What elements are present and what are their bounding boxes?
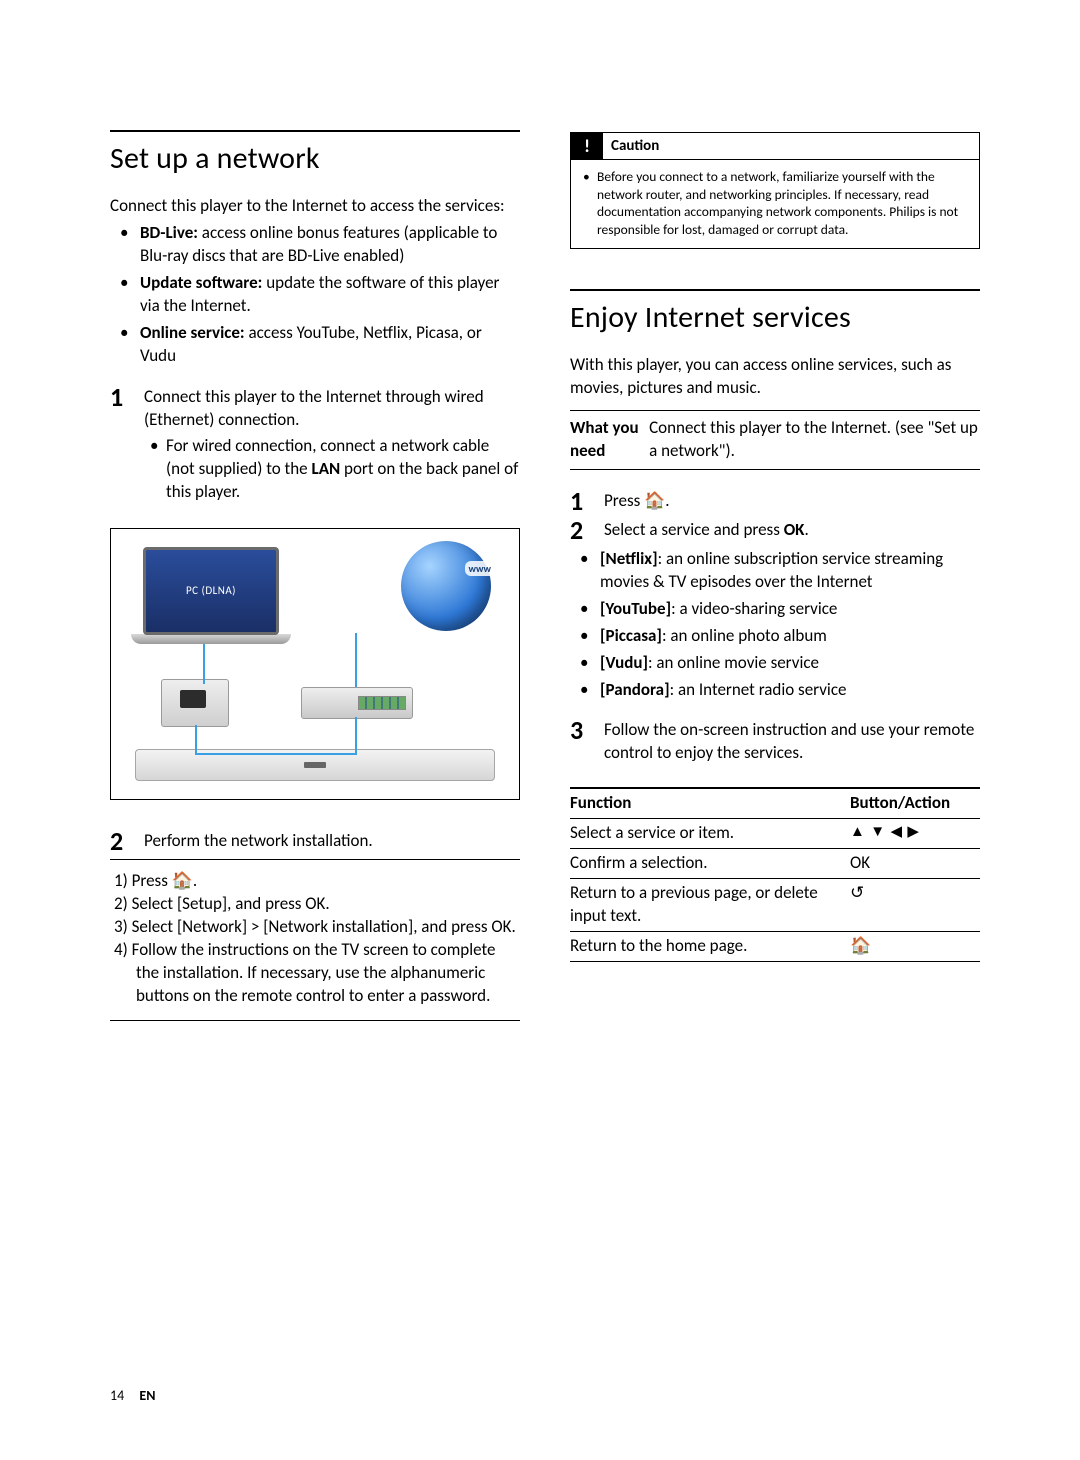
bullet-bdlive: BD-Live: access online bonus features (a… bbox=[110, 222, 520, 268]
bullet-update-software: Update software: update the software of … bbox=[110, 272, 520, 318]
arrow-keys-icon: ▲ ▼ ◀ ▶ bbox=[850, 822, 980, 845]
service-vudu: [Vudu]: an online movie service bbox=[570, 652, 980, 675]
service-netflix: [Netflix]: an online subscription servic… bbox=[570, 548, 980, 594]
func-confirm: Confirm a selection. bbox=[570, 852, 850, 875]
pc-dlna-label: PC (DLNA) bbox=[146, 550, 276, 597]
need-value: Connect this player to the Internet. (se… bbox=[649, 417, 980, 463]
right-column: ! Caution Before you connect to a networ… bbox=[570, 130, 980, 1021]
step-1-connect: Connect this player to the Internet thro… bbox=[110, 386, 520, 505]
ok-label: OK bbox=[850, 852, 980, 875]
services-list: BD-Live: access online bonus features (a… bbox=[110, 222, 520, 368]
step-1-sub: For wired connection, connect a network … bbox=[144, 435, 520, 504]
intro-text: Connect this player to the Internet to a… bbox=[110, 195, 520, 218]
func-return: Return to a previous page, or delete inp… bbox=[570, 882, 850, 928]
page-footer: 14 EN bbox=[110, 1387, 155, 1404]
page-number: 14 bbox=[110, 1387, 124, 1404]
func-home: Return to the home page. bbox=[570, 935, 850, 958]
func-header-action: Button/Action bbox=[850, 792, 980, 815]
service-pandora: [Pandora]: an Internet radio service bbox=[570, 679, 980, 702]
back-icon: ↺ bbox=[850, 882, 980, 928]
substep-1: 1) Press 🏠. bbox=[114, 870, 520, 893]
need-row: What you need Connect this player to the… bbox=[570, 417, 980, 463]
enjoy-step-2: Select a service and press OK. bbox=[570, 519, 980, 542]
step-2-install: Perform the network installation. bbox=[110, 830, 520, 853]
service-youtube: [YouTube]: a video-sharing service bbox=[570, 598, 980, 621]
lan-port-icon bbox=[161, 679, 229, 727]
install-substeps: 1) Press 🏠. 2) Select [Setup], and press… bbox=[110, 870, 520, 1008]
caution-text: Before you connect to a network, familia… bbox=[583, 168, 967, 238]
need-key: What you need bbox=[570, 417, 649, 463]
heading-setup-network: Set up a network bbox=[110, 140, 520, 177]
home-icon: 🏠 bbox=[850, 935, 980, 958]
caution-label: Caution bbox=[603, 133, 667, 159]
func-header-function: Function bbox=[570, 792, 850, 815]
language-code: EN bbox=[139, 1387, 155, 1404]
www-label: www bbox=[465, 561, 495, 576]
service-picasa: [Piccasa]: an online photo album bbox=[570, 625, 980, 648]
bullet-online-service: Online service: access YouTube, Netflix,… bbox=[110, 322, 520, 368]
laptop-icon: PC (DLNA) bbox=[131, 547, 291, 644]
caution-box: ! Caution Before you connect to a networ… bbox=[570, 132, 980, 249]
heading-enjoy-internet: Enjoy Internet services bbox=[570, 299, 980, 336]
enjoy-intro: With this player, you can access online … bbox=[570, 354, 980, 400]
enjoy-step-3: Follow the on-screen instruction and use… bbox=[570, 719, 980, 765]
substep-3: 3) Select [Network] > [Network installat… bbox=[114, 916, 520, 939]
substep-4: 4) Follow the instructions on the TV scr… bbox=[114, 939, 520, 1008]
left-column: Set up a network Connect this player to … bbox=[110, 130, 520, 1021]
rule bbox=[110, 130, 520, 132]
router-icon bbox=[301, 687, 413, 719]
globe-icon: www bbox=[401, 541, 491, 631]
function-table: Function Button/Action Select a service … bbox=[570, 787, 980, 962]
caution-icon: ! bbox=[571, 133, 603, 159]
enjoy-step-1: Press 🏠. bbox=[570, 490, 980, 513]
func-select: Select a service or item. bbox=[570, 822, 850, 845]
network-diagram: PC (DLNA) www bbox=[110, 528, 520, 800]
substep-2: 2) Select [Setup], and press OK. bbox=[114, 893, 520, 916]
